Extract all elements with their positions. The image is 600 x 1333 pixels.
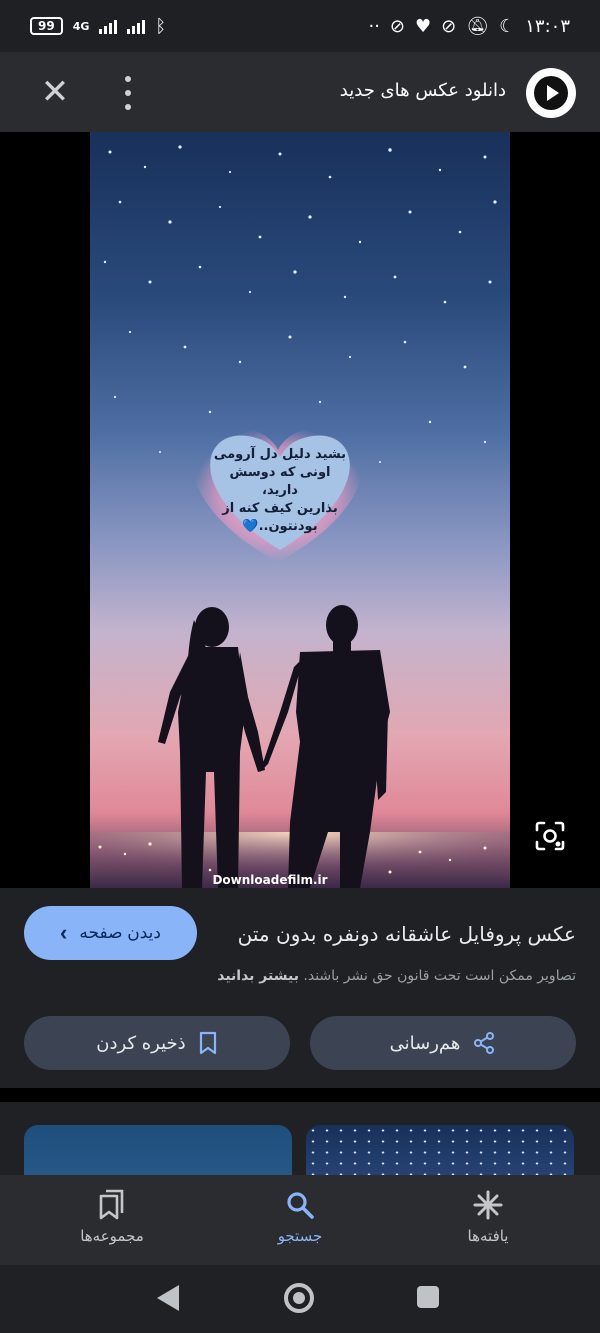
- nav-search[interactable]: جستجو: [230, 1185, 370, 1259]
- bluetooth-icon: ᛒ: [155, 15, 167, 37]
- clock-time: ۱۳:۰۳: [525, 15, 570, 37]
- share-icon: [474, 1032, 495, 1054]
- overlay-line-5: بودنتون..💙: [242, 518, 317, 534]
- blocked-icon: ⊘: [389, 15, 406, 37]
- overlay-line-1: بشید دلیل دل آرومی: [214, 445, 346, 462]
- learn-more-link[interactable]: بیشتر بدانید: [217, 968, 299, 984]
- overlay-line-4: بذارین کیف کنه از: [221, 501, 338, 516]
- copyright-text: تصاویر ممکن است تحت قانون حق نشر باشند.: [303, 968, 576, 984]
- result-image[interactable]: بشید دلیل دل آرومی اونی که دوسش دارید، ب…: [90, 132, 510, 888]
- status-bar: 99 4G ᛒ ·· ⊘ ♥ ⊘ 🔕︎ ☾ ۱۳:۰۳: [0, 0, 600, 52]
- signal-icon-2: [127, 18, 146, 34]
- bell-off-icon: 🔕︎: [466, 15, 490, 37]
- signal-icon: [99, 18, 118, 34]
- page-title[interactable]: دانلود عکس های جدید: [340, 80, 506, 101]
- more-vert-icon[interactable]: [118, 76, 138, 110]
- image-viewer: بشید دلیل دل آرومی اونی که دوسش دارید، ب…: [0, 132, 600, 888]
- system-navigation: [0, 1265, 600, 1333]
- asterisk-icon: [468, 1185, 508, 1225]
- result-title[interactable]: عکس پروفایل عاشقانه دونفره بدون متن: [238, 922, 576, 946]
- play-icon: [534, 76, 568, 110]
- nav-search-label: جستجو: [277, 1227, 323, 1245]
- copyright-notice: تصاویر ممکن است تحت قانون حق نشر باشند. …: [217, 968, 576, 984]
- close-icon[interactable]: ✕: [40, 75, 70, 109]
- heart-icon: ♥: [415, 15, 432, 37]
- result-info-card: ‹ دیدن صفحه عکس پروفایل عاشقانه دونفره ب…: [0, 888, 600, 1088]
- back-icon[interactable]: [157, 1285, 179, 1311]
- overlay-line-2: اونی که دوسش: [230, 465, 331, 480]
- save-label: ذخیره کردن: [96, 1032, 186, 1054]
- app-bar: ✕ دانلود عکس های جدید: [0, 52, 600, 132]
- image-watermark: Downloadefilm.ir: [212, 873, 327, 887]
- status-left: 99 4G ᛒ: [30, 16, 166, 37]
- bottom-navigation: یافته‌ها جستجو مجموعه‌ها: [0, 1175, 600, 1265]
- moon-icon: ☾: [499, 15, 516, 37]
- view-page-button[interactable]: ‹ دیدن صفحه: [24, 906, 197, 960]
- overlay-line-3: دارید،: [262, 483, 298, 498]
- search-icon: [280, 1185, 320, 1225]
- collections-icon: [92, 1185, 132, 1225]
- share-button[interactable]: هم‌رسانی: [310, 1016, 576, 1070]
- nav-discover-label: یافته‌ها: [467, 1227, 509, 1245]
- recents-icon[interactable]: [417, 1286, 439, 1308]
- related-image-thumbnail[interactable]: [24, 1125, 292, 1175]
- chevron-left-icon: ‹: [60, 920, 68, 945]
- blocked-icon-2: ⊘: [441, 15, 457, 37]
- more-notifications-icon: ··: [368, 15, 380, 37]
- network-type: 4G: [72, 19, 90, 33]
- result-image-art: بشید دلیل دل آرومی اونی که دوسش دارید، ب…: [90, 145, 510, 888]
- battery-indicator: 99: [30, 17, 63, 35]
- site-logo[interactable]: [526, 68, 576, 118]
- lens-icon[interactable]: [534, 820, 566, 852]
- bookmark-icon: [199, 1031, 216, 1055]
- related-image-thumbnail[interactable]: [306, 1125, 574, 1175]
- home-icon[interactable]: [284, 1283, 314, 1313]
- view-page-label: دیدن صفحه: [79, 923, 161, 942]
- nav-collections-label: مجموعه‌ها: [80, 1227, 144, 1245]
- status-right: ·· ⊘ ♥ ⊘ 🔕︎ ☾ ۱۳:۰۳: [368, 16, 570, 37]
- related-images: [0, 1102, 600, 1175]
- nav-discover[interactable]: یافته‌ها: [418, 1185, 558, 1259]
- share-label: هم‌رسانی: [389, 1032, 461, 1054]
- save-button[interactable]: ذخیره کردن: [24, 1016, 290, 1070]
- section-divider: [0, 1088, 600, 1102]
- nav-collections[interactable]: مجموعه‌ها: [42, 1185, 182, 1259]
